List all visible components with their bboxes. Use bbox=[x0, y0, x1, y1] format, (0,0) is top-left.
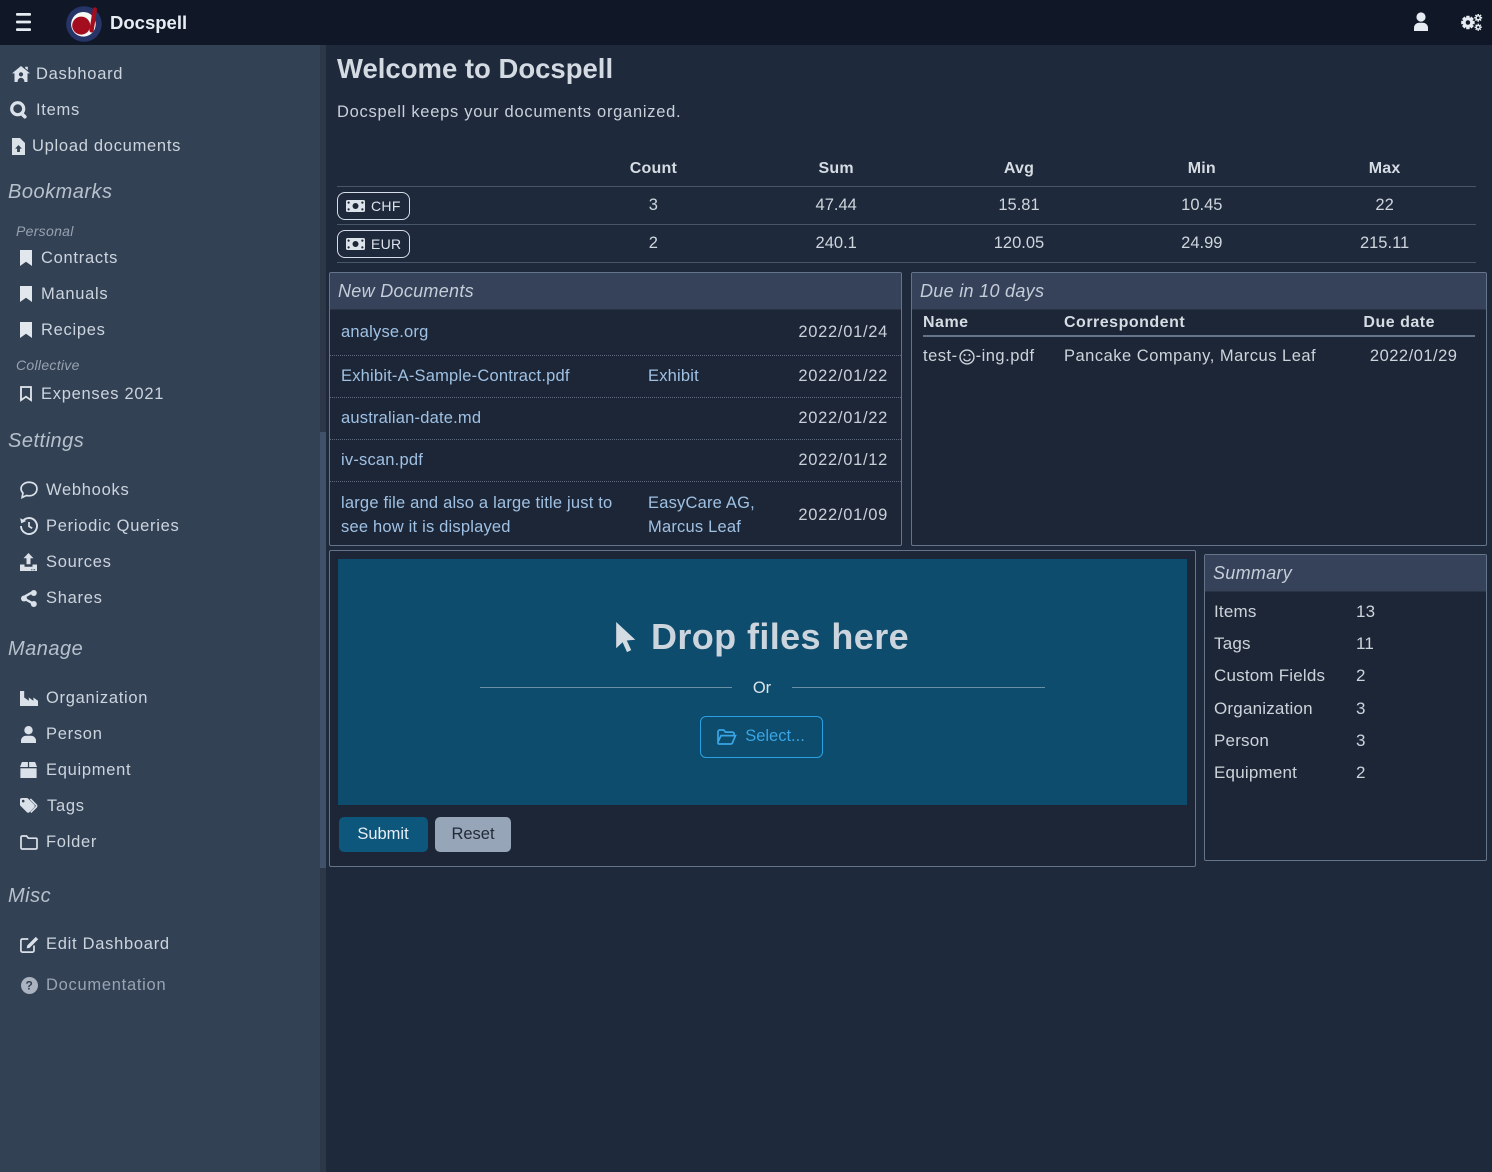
svg-text:?: ? bbox=[25, 979, 33, 993]
